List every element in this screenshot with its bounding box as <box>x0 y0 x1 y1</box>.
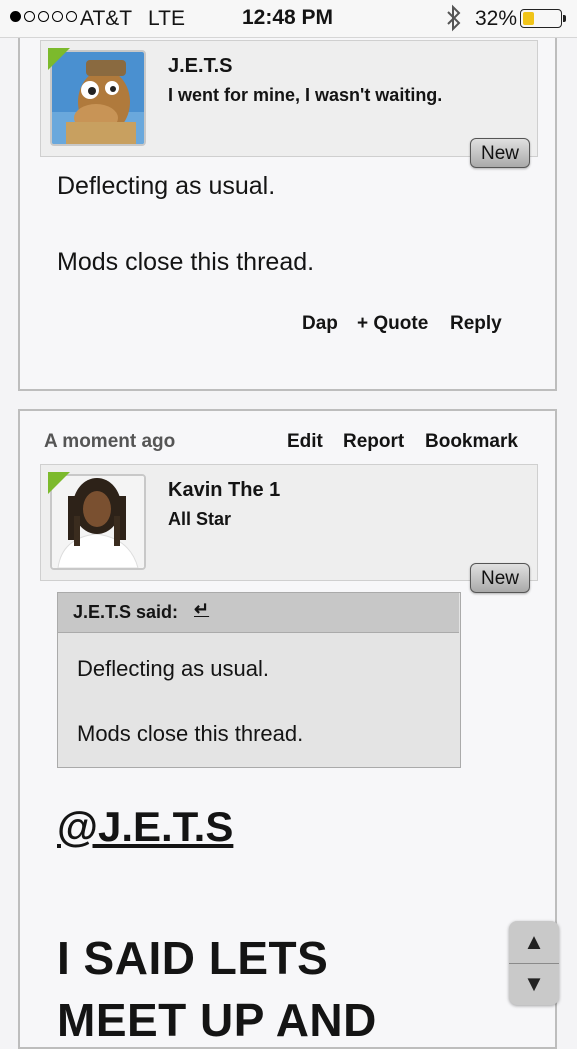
message-line: Deflecting as usual. <box>57 172 276 200</box>
battery-icon <box>520 9 566 28</box>
network-type: LTE <box>148 7 185 30</box>
new-badge: New <box>470 563 530 593</box>
message-line: Mods close this thread. <box>57 248 315 276</box>
avatar[interactable] <box>50 474 146 570</box>
post: J.E.T.S I went for mine, I wasn't waitin… <box>18 20 557 391</box>
quote-button[interactable]: + Quote <box>357 313 428 335</box>
battery-fill <box>523 12 534 25</box>
edit-button[interactable]: Edit <box>287 431 323 453</box>
author-box: Kavin The 1 All Star <box>40 464 538 581</box>
battery-percent: 32% <box>475 7 518 30</box>
quote-box: J.E.T.S said: ↵ Deflecting as usual. Mod… <box>57 592 461 768</box>
author-name[interactable]: Kavin The 1 <box>168 479 280 502</box>
bluetooth-icon <box>447 4 461 32</box>
carrier-label: AT&T <box>80 7 133 30</box>
quote-line: Deflecting as usual. <box>77 656 269 681</box>
status-bar: AT&T LTE 12:48 PM 32% <box>0 0 577 38</box>
author-box: J.E.T.S I went for mine, I wasn't waitin… <box>40 40 538 157</box>
quote-author: J.E.T.S said: <box>73 602 179 622</box>
status-time: 12:48 PM <box>242 6 334 29</box>
avatar[interactable] <box>50 50 146 146</box>
quote-header: J.E.T.S said: ↵ <box>58 593 459 633</box>
post: A moment ago Edit Report Bookmark Kavin … <box>18 409 557 1049</box>
post-body-line: MEET UP AND <box>57 994 377 1046</box>
post-timestamp[interactable]: A moment ago <box>44 431 175 453</box>
author-name[interactable]: J.E.T.S <box>168 55 232 78</box>
avatar-camel-cartoon-icon <box>52 52 144 144</box>
scroll-widget: ▲ ▼ <box>509 921 559 1005</box>
scroll-up-icon[interactable]: ▲ <box>509 929 559 955</box>
new-badge: New <box>470 138 530 168</box>
author-user-title: I went for mine, I wasn't waiting. <box>168 85 443 105</box>
bookmark-button[interactable]: Bookmark <box>425 431 518 453</box>
report-button[interactable]: Report <box>343 431 404 453</box>
user-mention-link[interactable]: @J.E.T.S <box>57 803 233 851</box>
signal-strength-icon <box>10 11 77 22</box>
scroll-down-icon[interactable]: ▼ <box>509 971 559 997</box>
author-user-title: All Star <box>168 509 232 529</box>
jump-to-quote-icon[interactable]: ↵ <box>194 599 209 620</box>
dap-button[interactable]: Dap <box>302 313 338 335</box>
quote-line: Mods close this thread. <box>77 721 304 746</box>
post-body-line: I SAID LETS <box>57 932 329 984</box>
reply-button[interactable]: Reply <box>450 313 502 335</box>
avatar-person-photo-icon <box>52 476 144 568</box>
